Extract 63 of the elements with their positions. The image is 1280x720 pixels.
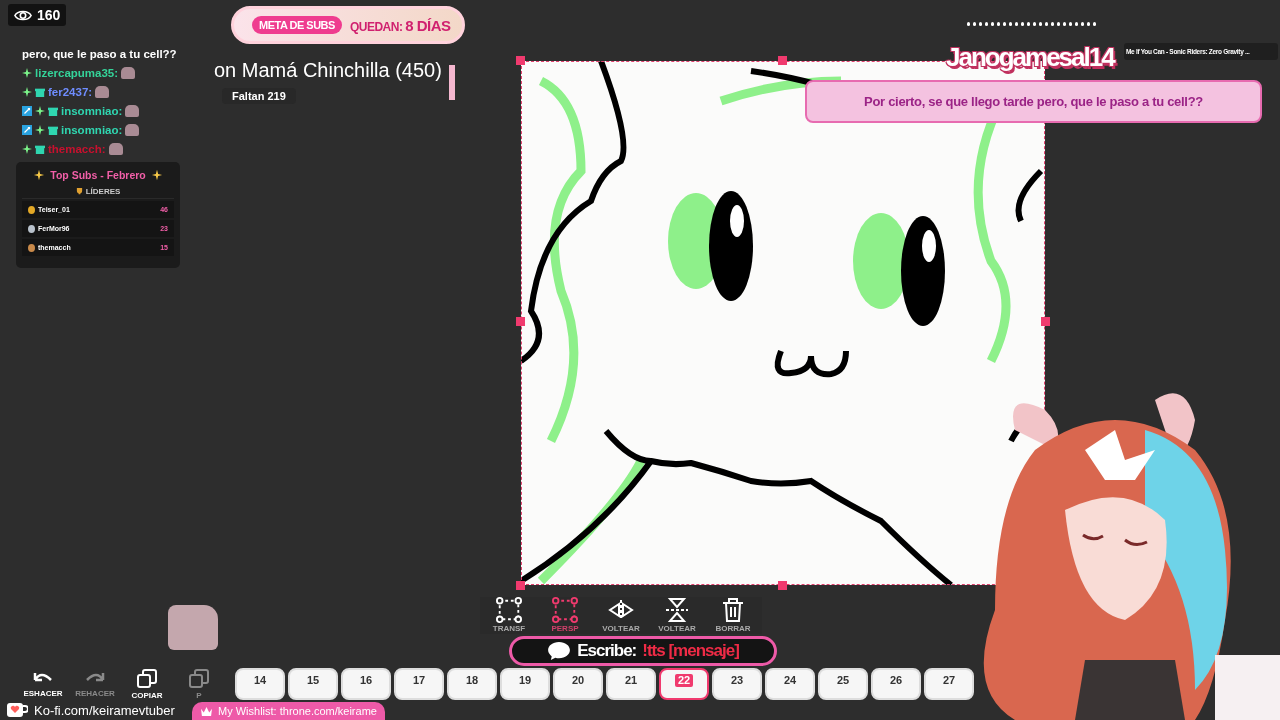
crown-icon xyxy=(200,705,213,717)
chat-username: fer2437: xyxy=(48,86,93,98)
kofi-link[interactable]: Ko-fi.com/keiramevtuber xyxy=(34,702,175,718)
eye-icon xyxy=(14,8,32,22)
viewer-count: 160 xyxy=(8,4,67,26)
transform-tool-button[interactable]: BORRAR xyxy=(708,597,758,634)
chat-message: pero, que le paso a tu cell?? xyxy=(22,48,177,60)
frame-thumbnail[interactable]: 22 xyxy=(659,668,709,700)
transform-tool-button[interactable]: VOLTEAR xyxy=(652,597,702,634)
frame-thumbnail[interactable]: 26 xyxy=(871,668,921,700)
frame-thumbnail[interactable]: 27 xyxy=(924,668,974,700)
resize-handle[interactable] xyxy=(778,56,787,65)
trash-icon xyxy=(721,597,745,623)
chat-username: insomniao: xyxy=(61,105,123,117)
tts-label: Escribe: xyxy=(577,641,637,661)
column-header: LÍDERES xyxy=(85,186,121,196)
frame-thumbnail[interactable]: 23 xyxy=(712,668,762,700)
medal-icon xyxy=(28,224,35,233)
trophy-icon xyxy=(75,187,83,195)
emote-icon xyxy=(108,143,123,155)
emote-icon xyxy=(121,67,136,79)
resize-handle[interactable] xyxy=(516,317,525,326)
frame-thumbnail[interactable]: 16 xyxy=(341,668,391,700)
chat-username: insomniao: xyxy=(61,124,123,136)
alert-message: Por cierto, se que llego tarde pero, que le paso a tu cell?? xyxy=(805,80,1262,123)
chat-username: themacch: xyxy=(48,143,106,155)
edit-tool-button[interactable]: COPIAR xyxy=(126,668,168,700)
edit-tool-button[interactable]: ESHACER xyxy=(22,668,64,700)
frame-thumbnail[interactable]: 15 xyxy=(288,668,338,700)
medal-icon xyxy=(28,205,35,214)
goal-countdown: QUEDAN: 8 DÍAS xyxy=(349,16,451,34)
emote-icon xyxy=(125,124,140,136)
emote-icon xyxy=(95,86,110,98)
goal-remaining: Faltan 219 xyxy=(222,88,296,104)
frame-thumbnail[interactable]: 21 xyxy=(606,668,656,700)
frame-thumbnail[interactable]: 18 xyxy=(447,668,497,700)
cat-sticker-placeholder xyxy=(168,605,218,650)
frame-thumbnail[interactable]: 24 xyxy=(765,668,815,700)
transform-tool-button[interactable]: TRANSF xyxy=(484,597,534,634)
emote-icon xyxy=(125,105,140,117)
goal-title: on Mamá Chinchilla (450) xyxy=(214,59,442,82)
goal-progress-marker xyxy=(449,65,455,100)
transform-tool-button[interactable]: VOLTEAR xyxy=(596,597,646,634)
goal-label: META DE SUBS xyxy=(252,16,342,34)
copy-icon xyxy=(188,668,210,690)
resize-handle[interactable] xyxy=(778,581,787,590)
frame-thumbnail[interactable]: 17 xyxy=(394,668,444,700)
frame-thumbnail[interactable]: 14 xyxy=(235,668,285,700)
copy-icon xyxy=(136,668,158,690)
flip-vertical-icon xyxy=(663,597,691,623)
panel-title: Top Subs - Febrero xyxy=(50,169,146,181)
speech-bubble-icon xyxy=(547,641,572,661)
resize-handle[interactable] xyxy=(516,56,525,65)
resize-handle[interactable] xyxy=(516,581,525,590)
chat-username: lizercapuma35: xyxy=(35,67,119,79)
medal-icon xyxy=(28,243,35,252)
resize-handle[interactable] xyxy=(1041,317,1050,326)
coffee-cup-icon xyxy=(6,701,28,719)
tts-command: !tts [mensaje] xyxy=(642,641,739,661)
frame-thumbnail[interactable]: 20 xyxy=(553,668,603,700)
frame-thumbnail[interactable]: 25 xyxy=(818,668,868,700)
frame-thumbnail[interactable]: 19 xyxy=(500,668,550,700)
sticker-placeholder xyxy=(1215,655,1280,720)
